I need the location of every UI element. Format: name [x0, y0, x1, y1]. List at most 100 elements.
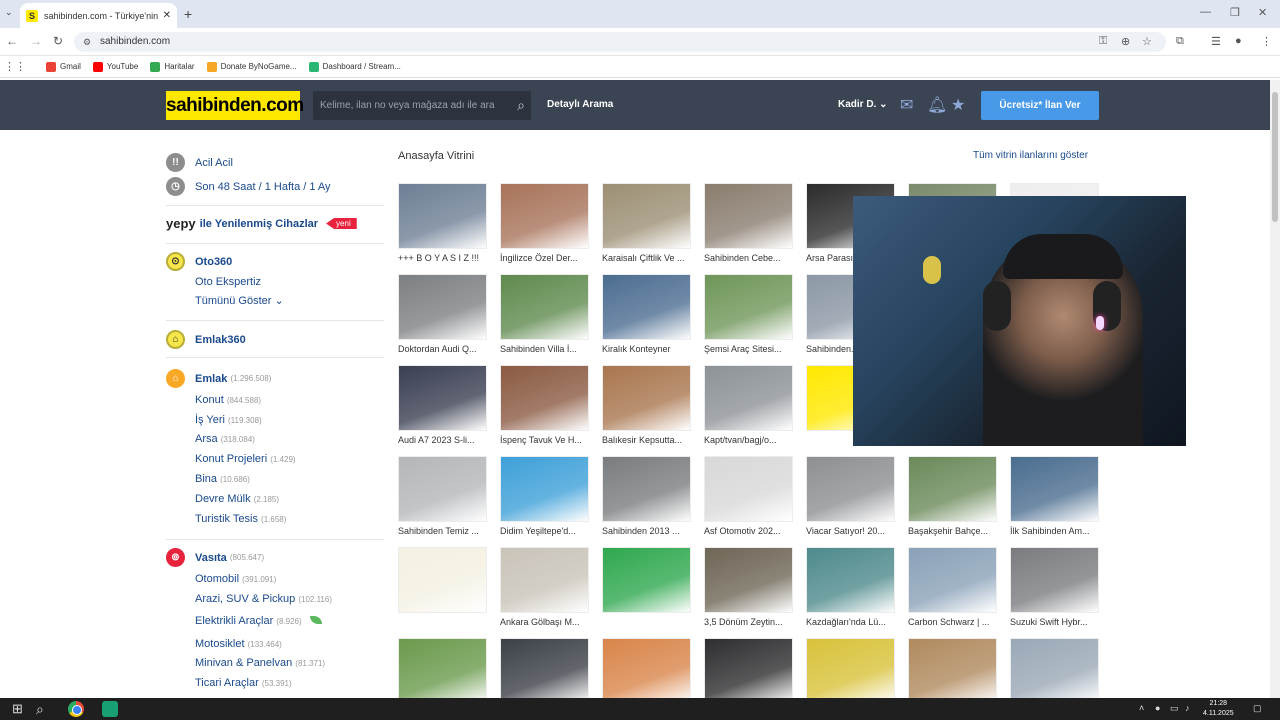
windows-start-icon[interactable]: ⊞ — [12, 701, 23, 717]
listing-caption[interactable]: 3,5 Dönüm Zeytin... — [704, 617, 793, 627]
listing-caption[interactable]: İspenç Tavuk Ve H... — [500, 435, 589, 445]
listing-thumbnail[interactable] — [500, 274, 589, 340]
listing-caption[interactable]: Kiralık Konteyner — [602, 344, 691, 354]
urgent-link[interactable]: !! Acil Acil — [166, 153, 233, 172]
listing-card[interactable]: Kiralık Konteyner — [602, 274, 691, 358]
listing-card[interactable]: +++ B O Y A S I Z !!! — [398, 183, 487, 267]
notification-icon[interactable]: ▢ — [1253, 703, 1262, 714]
listing-caption[interactable]: Asf Otomotiv 202... — [704, 526, 793, 536]
restore-icon[interactable]: ❐ — [1230, 6, 1240, 19]
tray-chevron-up-icon[interactable]: ˄ — [1139, 703, 1144, 713]
listing-caption[interactable]: İngilizce Özel Der... — [500, 253, 589, 263]
password-key-icon[interactable]: ⚿ — [1099, 35, 1107, 48]
listing-caption[interactable]: Suzuki Swift Hybr... — [1010, 617, 1099, 627]
listing-thumbnail[interactable] — [398, 274, 487, 340]
page-scrollbar[interactable] — [1270, 80, 1280, 698]
listing-thumbnail[interactable] — [602, 638, 691, 704]
emlak360-link[interactable]: ⌂ Emlak360 — [166, 330, 246, 349]
listing-thumbnail[interactable] — [500, 638, 589, 704]
subcategory-link[interactable]: Motosiklet (133.464) — [195, 638, 282, 650]
vasita-category[interactable]: ⊚ Vasıta (805.647) — [166, 548, 264, 567]
subcategory-link[interactable]: Ticari Araçlar (53.391) — [195, 677, 292, 689]
listing-card[interactable]: 3,5 Dönüm Zeytin... — [704, 547, 793, 631]
listing-caption[interactable]: Sahibinden Villa İ... — [500, 344, 589, 354]
listing-card[interactable]: Suzuki Swift Hybr... — [1010, 547, 1099, 631]
listing-thumbnail[interactable] — [398, 547, 487, 613]
listing-caption[interactable]: +++ B O Y A S I Z !!! — [398, 253, 487, 263]
listing-card[interactable]: Ankara Gölbaşı M... — [500, 547, 589, 631]
listing-thumbnail[interactable] — [704, 638, 793, 704]
reload-icon[interactable]: ↻ — [53, 34, 63, 48]
taskbar-search-icon[interactable]: ⌕ — [36, 701, 44, 718]
listing-thumbnail[interactable] — [500, 365, 589, 431]
browser-tab-active[interactable]: S sahibinden.com - Türkiye'nin Ci ✕ — [20, 3, 177, 28]
bookmark-bynogame[interactable]: Donate ByNoGame... — [206, 61, 297, 72]
tab-list-icon[interactable]: ⌄ — [5, 7, 13, 18]
listing-card[interactable]: Doktordan Audi Q... — [398, 274, 487, 358]
forward-icon[interactable]: → — [30, 34, 42, 48]
listing-thumbnail[interactable] — [398, 183, 487, 249]
subcategory-link[interactable]: Konut Projeleri (1.429) — [195, 453, 296, 465]
listing-thumbnail[interactable] — [398, 456, 487, 522]
favorites-star-icon[interactable]: ★ — [951, 95, 965, 115]
listing-card[interactable]: İspenç Tavuk Ve H... — [500, 365, 589, 449]
minimize-icon[interactable]: — — [1200, 6, 1211, 18]
listing-card[interactable]: Balıkesir Kepsutta... — [602, 365, 691, 449]
listing-card[interactable]: Sahibinden Cebe... — [704, 183, 793, 267]
listing-thumbnail[interactable] — [602, 365, 691, 431]
listing-thumbnail[interactable] — [602, 547, 691, 613]
oto-ekspertiz-link[interactable]: Oto Ekspertiz — [195, 276, 261, 288]
listing-thumbnail[interactable] — [1010, 547, 1099, 613]
bookmark-streamlabs[interactable]: Dashboard / Stream... — [308, 61, 401, 72]
subcategory-link[interactable]: Devre Mülk (2.185) — [195, 493, 279, 505]
listing-card[interactable]: Kazdağları'nda Lü... — [806, 547, 895, 631]
listing-card[interactable]: Sahibinden Villa İ... — [500, 274, 589, 358]
bookmark-maps[interactable]: Haritalar — [150, 61, 195, 72]
streamlabs-taskbar-icon[interactable] — [102, 701, 118, 717]
listing-thumbnail[interactable] — [704, 274, 793, 340]
listing-thumbnail[interactable] — [704, 365, 793, 431]
listing-thumbnail[interactable] — [602, 274, 691, 340]
back-icon[interactable]: ← — [6, 34, 18, 48]
listing-thumbnail[interactable] — [602, 183, 691, 249]
bookmark-youtube[interactable]: YouTube — [92, 61, 138, 72]
listing-thumbnail[interactable] — [398, 365, 487, 431]
messages-icon[interactable]: ✉ — [900, 95, 913, 115]
listing-card[interactable]: Başakşehir Bahçe... — [908, 456, 997, 540]
subcategory-link[interactable]: Otomobil (391.091) — [195, 573, 276, 585]
listing-thumbnail[interactable] — [806, 638, 895, 704]
bookmark-star-icon[interactable]: ☆ — [1142, 35, 1152, 48]
listing-caption[interactable]: Karaisalı Çiftlik Ve ... — [602, 253, 691, 263]
subcategory-link[interactable]: İş Yeri (119.308) — [195, 414, 262, 426]
listing-thumbnail[interactable] — [500, 456, 589, 522]
microphone-icon[interactable]: ● — [1155, 703, 1160, 713]
listing-caption[interactable]: İlk Sahibinden Am... — [1010, 526, 1099, 536]
listing-thumbnail[interactable] — [908, 547, 997, 613]
menu-kebab-icon[interactable]: ⋮ — [1261, 35, 1272, 48]
listing-card[interactable]: Carbon Schwarz | ... — [908, 547, 997, 631]
listing-thumbnail[interactable] — [1010, 638, 1099, 704]
subcategory-link[interactable]: Minivan & Panelvan (81.371) — [195, 657, 325, 669]
listing-card[interactable]: Şemsi Araç Sitesi... — [704, 274, 793, 358]
emlak-category[interactable]: ⌂ Emlak (1.296.508) — [166, 369, 271, 388]
listing-caption[interactable]: Kapt/tvan/bagj/o... — [704, 435, 793, 445]
listing-caption[interactable]: Sahibinden 2013 ... — [602, 526, 691, 536]
subcategory-link[interactable]: Elektrikli Araçlar (8.926) — [195, 615, 322, 627]
listing-card[interactable] — [398, 547, 487, 631]
address-bar[interactable]: ⚙ sahibinden.com — [74, 32, 1166, 52]
listing-thumbnail[interactable] — [908, 456, 997, 522]
listing-thumbnail[interactable] — [704, 183, 793, 249]
listing-thumbnail[interactable] — [500, 547, 589, 613]
listing-thumbnail[interactable] — [704, 547, 793, 613]
listing-card[interactable]: Kapt/tvan/bagj/o... — [704, 365, 793, 449]
subcategory-link[interactable]: Bina (10.686) — [195, 473, 250, 485]
scrollbar-thumb[interactable] — [1272, 92, 1278, 222]
listing-caption[interactable]: Doktordan Audi Q... — [398, 344, 487, 354]
listing-card[interactable]: Sahibinden 2013 ... — [602, 456, 691, 540]
site-info-icon[interactable]: ⚙ — [83, 32, 91, 52]
subcategory-link[interactable]: Turistik Tesis (1.658) — [195, 513, 286, 525]
taskbar-clock[interactable]: 21:28 4.11.2025 — [1203, 699, 1234, 719]
listing-caption[interactable]: Ankara Gölbaşı M... — [500, 617, 589, 627]
listing-card[interactable] — [602, 547, 691, 631]
listing-card[interactable]: Viacar Satıyor! 20... — [806, 456, 895, 540]
